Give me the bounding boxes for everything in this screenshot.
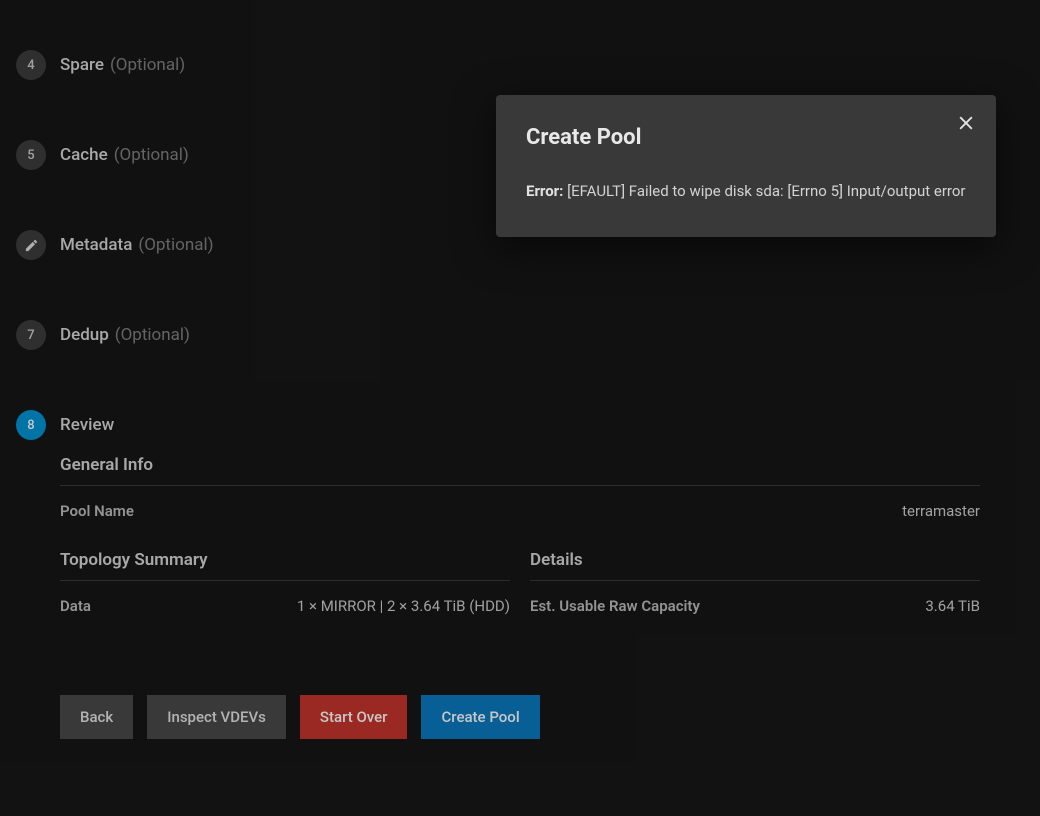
step-dedup[interactable]: 7 Dedup (Optional)	[0, 320, 1040, 350]
topology-data-value: 1 × MIRROR | 2 × 3.64 TiB (HDD)	[297, 597, 510, 615]
pencil-icon	[24, 238, 39, 253]
error-label: Error:	[526, 182, 563, 200]
pool-name-value: terramaster	[902, 502, 980, 520]
general-info-header: General Info	[60, 455, 980, 486]
topology-data-row: Data 1 × MIRROR | 2 × 3.64 TiB (HDD)	[60, 597, 510, 615]
capacity-key: Est. Usable Raw Capacity	[530, 597, 700, 615]
step-edit-badge	[16, 230, 46, 260]
step-optional: (Optional)	[138, 235, 213, 255]
review-content: General Info Pool Name terramaster Topol…	[0, 455, 1040, 739]
modal-title: Create Pool	[526, 125, 966, 150]
step-optional: (Optional)	[110, 55, 185, 75]
step-optional: (Optional)	[115, 325, 190, 345]
step-label: Cache	[60, 145, 108, 165]
capacity-row: Est. Usable Raw Capacity 3.64 TiB	[530, 597, 980, 615]
pool-name-row: Pool Name terramaster	[60, 502, 980, 520]
start-over-button[interactable]: Start Over	[300, 695, 408, 739]
step-number-badge: 4	[16, 50, 46, 80]
topology-header: Topology Summary	[60, 550, 510, 581]
step-spare[interactable]: 4 Spare (Optional)	[0, 50, 1040, 80]
create-pool-button[interactable]: Create Pool	[421, 695, 539, 739]
step-number-badge: 8	[16, 410, 46, 440]
step-label: Metadata	[60, 235, 132, 255]
modal-body: Error: [EFAULT] Failed to wipe disk sda:…	[526, 180, 966, 203]
topology-data-key: Data	[60, 597, 91, 615]
close-icon	[956, 113, 976, 133]
back-button[interactable]: Back	[60, 695, 133, 739]
step-label: Dedup	[60, 325, 109, 345]
step-number-badge: 7	[16, 320, 46, 350]
step-optional: (Optional)	[114, 145, 189, 165]
error-modal: Create Pool Error: [EFAULT] Failed to wi…	[496, 95, 996, 237]
step-label: Review	[60, 415, 114, 435]
details-header: Details	[530, 550, 980, 581]
step-number-badge: 5	[16, 140, 46, 170]
action-buttons: Back Inspect VDEVs Start Over Create Poo…	[60, 695, 980, 739]
error-message: [EFAULT] Failed to wipe disk sda: [Errno…	[567, 182, 965, 200]
details-column: Details Est. Usable Raw Capacity 3.64 Ti…	[530, 550, 980, 645]
capacity-value: 3.64 TiB	[925, 597, 980, 615]
step-label: Spare	[60, 55, 104, 75]
modal-close-button[interactable]	[950, 107, 982, 139]
topology-column: Topology Summary Data 1 × MIRROR | 2 × 3…	[60, 550, 510, 645]
step-review[interactable]: 8 Review	[0, 410, 1040, 440]
pool-name-key: Pool Name	[60, 502, 134, 520]
inspect-vdevs-button[interactable]: Inspect VDEVs	[147, 695, 286, 739]
